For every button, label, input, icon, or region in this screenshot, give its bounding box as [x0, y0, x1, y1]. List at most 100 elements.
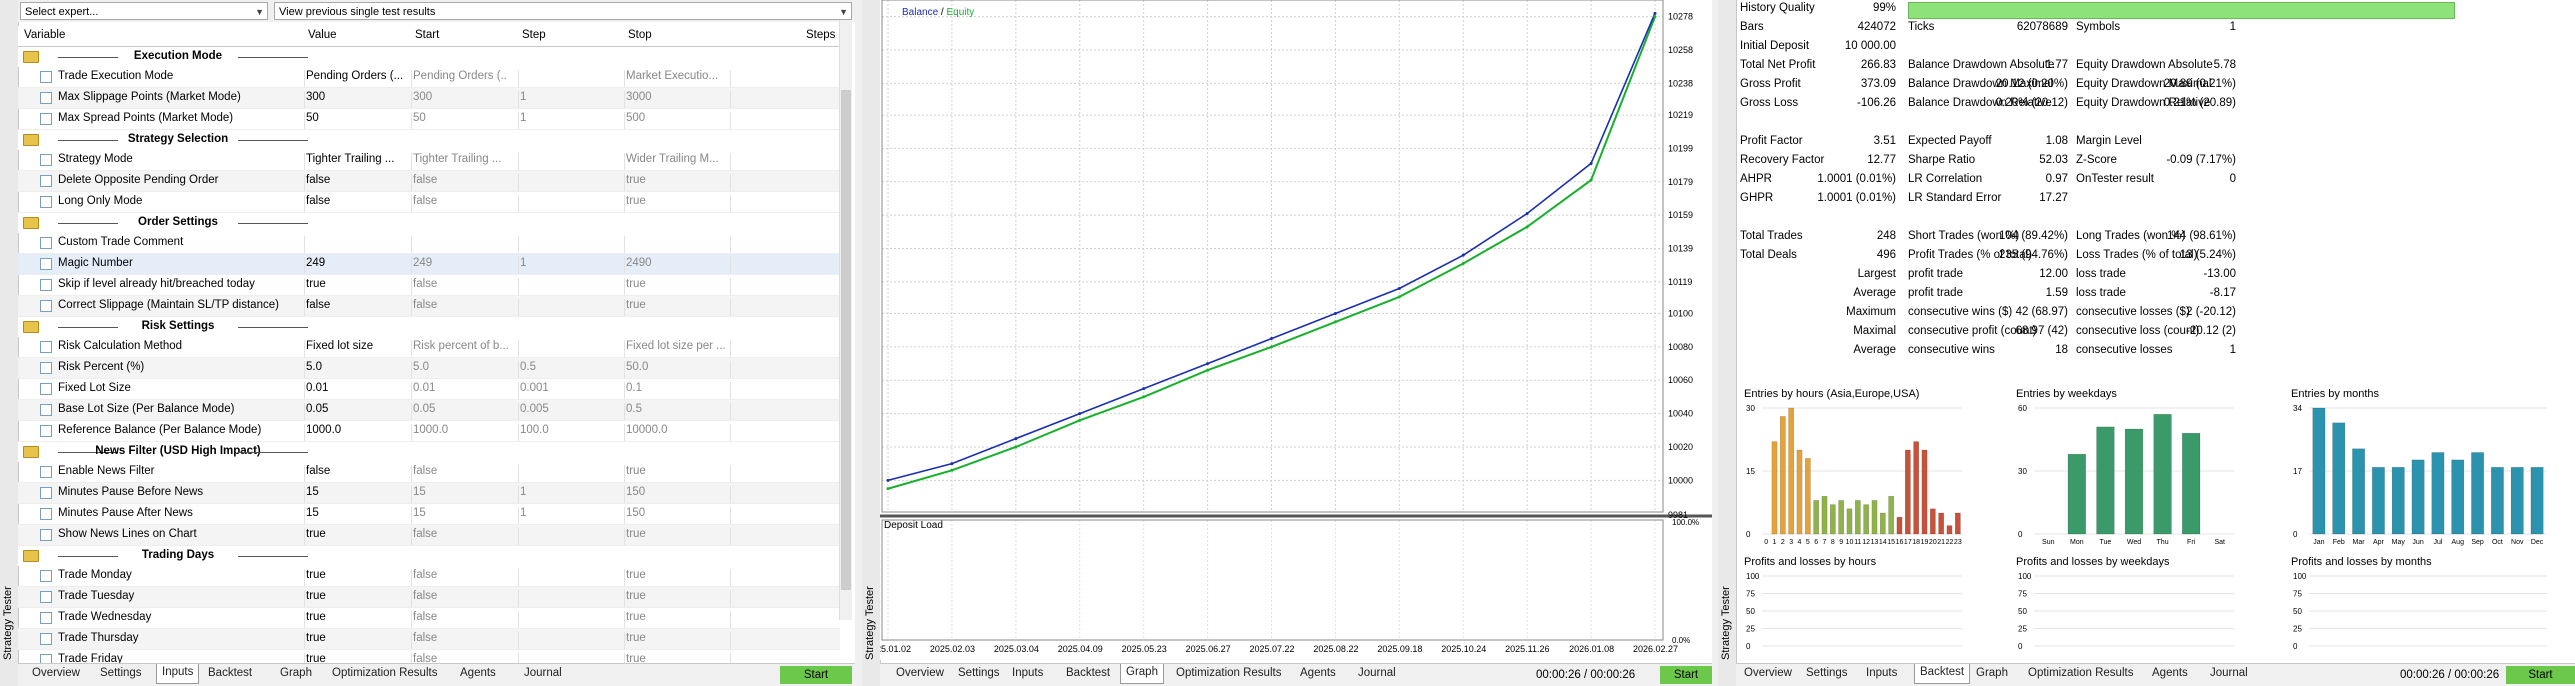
group-header[interactable]: Strategy Selection: [18, 130, 840, 150]
param-stop[interactable]: 2490: [626, 257, 726, 269]
optimize-checkbox[interactable]: [40, 196, 52, 208]
param-stop[interactable]: true: [626, 174, 726, 186]
param-start[interactable]: 15: [413, 507, 508, 519]
group-header[interactable]: Order Settings: [18, 213, 840, 233]
param-start[interactable]: 300: [413, 91, 508, 103]
optimize-checkbox[interactable]: [40, 612, 52, 624]
param-step[interactable]: 0.001: [520, 382, 590, 394]
param-start[interactable]: false: [413, 465, 508, 477]
param-value[interactable]: false: [306, 195, 406, 207]
param-start[interactable]: false: [413, 195, 508, 207]
scrollbar-thumb[interactable]: [841, 90, 851, 590]
param-stop[interactable]: 150: [626, 507, 726, 519]
param-value[interactable]: 15: [306, 486, 406, 498]
param-value[interactable]: 15: [306, 507, 406, 519]
param-row[interactable]: Minutes Pause Before News 15 15 1 150: [18, 483, 840, 504]
param-stop[interactable]: Fixed lot size per ...: [626, 340, 726, 352]
tab-optimization-results[interactable]: Optimization Results: [2028, 667, 2133, 679]
optimize-checkbox[interactable]: [40, 154, 52, 166]
group-header[interactable]: Execution Mode: [18, 47, 840, 67]
param-row[interactable]: Trade Wednesday true false true: [18, 608, 840, 629]
param-start[interactable]: 0.05: [413, 403, 508, 415]
header-step[interactable]: Step: [522, 29, 546, 41]
param-value[interactable]: true: [306, 528, 406, 540]
param-step[interactable]: 1: [520, 507, 590, 519]
strategy-tester-sidebar[interactable]: Strategy Tester: [1718, 0, 1737, 686]
param-row[interactable]: Risk Percent (%) 5.0 5.0 0.5 50.0: [18, 358, 840, 379]
param-start[interactable]: 15: [413, 486, 508, 498]
optimize-checkbox[interactable]: [40, 175, 52, 187]
param-row[interactable]: Trade Monday true false true: [18, 566, 840, 587]
param-start[interactable]: 5.0: [413, 361, 508, 373]
param-row[interactable]: Trade Execution Mode Pending Orders (... P…: [18, 67, 840, 88]
tab-backtest[interactable]: Backtest: [1914, 664, 1971, 684]
param-value[interactable]: 249: [306, 257, 406, 269]
tab-journal[interactable]: Journal: [1358, 667, 1396, 679]
param-step[interactable]: 0.5: [520, 361, 590, 373]
param-value[interactable]: true: [306, 569, 406, 581]
param-row[interactable]: Base Lot Size (Per Balance Mode) 0.05 0.05…: [18, 400, 840, 421]
group-header[interactable]: News Filter (USD High Impact): [18, 442, 840, 462]
start-button[interactable]: Start: [1660, 666, 1712, 684]
param-stop[interactable]: 0.1: [626, 382, 726, 394]
optimize-checkbox[interactable]: [40, 425, 52, 437]
param-start[interactable]: false: [413, 632, 508, 644]
tab-graph[interactable]: Graph: [1976, 667, 2008, 679]
param-row[interactable]: Trade Thursday true false true: [18, 629, 840, 650]
optimize-checkbox[interactable]: [40, 279, 52, 291]
param-start[interactable]: false: [413, 569, 508, 581]
param-start[interactable]: Tighter Trailing ...: [413, 153, 508, 165]
tab-journal[interactable]: Journal: [524, 667, 562, 679]
param-row[interactable]: Delete Opposite Pending Order false false t…: [18, 171, 840, 192]
header-variable[interactable]: Variable: [24, 29, 65, 41]
param-row[interactable]: Custom Trade Comment: [18, 233, 840, 254]
optimize-checkbox[interactable]: [40, 633, 52, 645]
group-header[interactable]: Risk Settings: [18, 317, 840, 337]
param-value[interactable]: 1000.0: [306, 424, 406, 436]
param-stop[interactable]: 50.0: [626, 361, 726, 373]
param-stop[interactable]: Wider Trailing M...: [626, 153, 726, 165]
param-step[interactable]: 1: [520, 91, 590, 103]
tab-overview[interactable]: Overview: [896, 667, 944, 679]
start-button[interactable]: Start: [780, 666, 852, 684]
vertical-scrollbar[interactable]: [839, 20, 852, 620]
param-value[interactable]: true: [306, 590, 406, 602]
param-start[interactable]: 249: [413, 257, 508, 269]
tab-journal[interactable]: Journal: [2210, 667, 2248, 679]
param-value[interactable]: true: [306, 632, 406, 644]
param-step[interactable]: 1: [520, 112, 590, 124]
optimize-checkbox[interactable]: [40, 362, 52, 374]
param-row[interactable]: Fixed Lot Size 0.01 0.01 0.001 0.1: [18, 379, 840, 400]
tab-inputs[interactable]: Inputs: [1866, 667, 1897, 679]
param-stop[interactable]: 0.5: [626, 403, 726, 415]
param-start[interactable]: false: [413, 611, 508, 623]
optimize-checkbox[interactable]: [40, 570, 52, 582]
param-stop[interactable]: 150: [626, 486, 726, 498]
param-stop[interactable]: true: [626, 465, 726, 477]
param-value[interactable]: 0.05: [306, 403, 406, 415]
param-value[interactable]: 0.01: [306, 382, 406, 394]
param-step[interactable]: 100.0: [520, 424, 590, 436]
param-value[interactable]: 300: [306, 91, 406, 103]
param-value[interactable]: Fixed lot size: [306, 340, 406, 352]
param-stop[interactable]: Market Executio...: [626, 70, 726, 82]
param-row[interactable]: Skip if level already hit/breached today…: [18, 275, 840, 296]
param-stop[interactable]: true: [626, 590, 726, 602]
param-row[interactable]: Max Spread Points (Market Mode) 50 50 1 500: [18, 109, 840, 130]
param-start[interactable]: Pending Orders (...: [413, 70, 508, 82]
param-step[interactable]: 1: [520, 257, 590, 269]
param-stop[interactable]: true: [626, 528, 726, 540]
tab-settings[interactable]: Settings: [100, 667, 142, 679]
param-value[interactable]: 50: [306, 112, 406, 124]
tab-overview[interactable]: Overview: [32, 667, 80, 679]
tab-backtest[interactable]: Backtest: [208, 667, 252, 679]
param-stop[interactable]: 3000: [626, 91, 726, 103]
param-start[interactable]: Risk percent of b...: [413, 340, 508, 352]
strategy-tester-sidebar[interactable]: Strategy Tester: [862, 0, 881, 686]
param-row[interactable]: Magic Number 249 249 1 2490: [18, 254, 840, 275]
tab-settings[interactable]: Settings: [958, 667, 1000, 679]
param-start[interactable]: false: [413, 278, 508, 290]
param-row[interactable]: Correct Slippage (Maintain SL/TP distanc…: [18, 296, 840, 317]
optimize-checkbox[interactable]: [40, 404, 52, 416]
header-value[interactable]: Value: [308, 29, 337, 41]
